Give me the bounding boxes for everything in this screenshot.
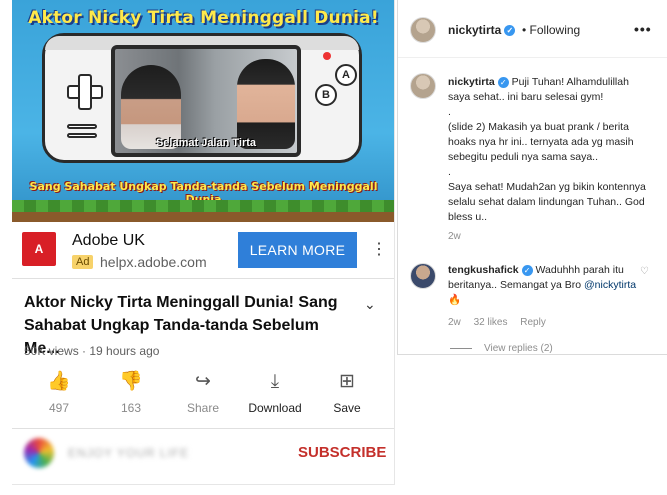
youtube-panel: Aktor Nicky Tirta Meninggall Dunia! Sela… — [12, 0, 395, 485]
save-label: Save — [333, 401, 361, 415]
share-icon: ↪ — [195, 371, 211, 392]
console-led — [323, 52, 331, 60]
ad-banner[interactable]: A Adobe UK Ad helpx.adobe.com LEARN MORE… — [12, 222, 394, 278]
like-button[interactable]: 👍 497 — [22, 370, 96, 415]
chevron-down-icon[interactable]: ⌄ — [364, 296, 376, 313]
more-options-icon[interactable]: ⋮ — [371, 240, 387, 260]
verified-icon: ✓ — [504, 25, 516, 37]
save-playlist-icon: ⊞ — [339, 371, 355, 392]
comment-meta: 2w 32 likes Reply — [448, 317, 556, 328]
comment-likes[interactable]: 32 likes — [474, 317, 508, 328]
download-label: Download — [248, 401, 302, 415]
channel-name[interactable]: ENJOY YOUR LIFE — [68, 446, 189, 460]
caption-line: (slide 2) Makasih ya buat prank / berita… — [448, 121, 634, 163]
download-icon: ⤓ — [270, 371, 280, 392]
page: Aktor Nicky Tirta Meninggall Dunia! Sela… — [0, 0, 667, 495]
download-button[interactable]: ⤓ Download — [238, 370, 312, 415]
commenter-username[interactable]: tengkushafick — [448, 264, 519, 276]
share-button[interactable]: ↪ Share — [166, 370, 240, 415]
ad-badge: Ad — [72, 255, 94, 269]
advertiser-name: Adobe UK — [72, 232, 145, 249]
caption-timestamp: 2w — [448, 231, 461, 242]
comment: tengkushafick ✓ Waduhhh parah itu beritan… — [448, 263, 643, 308]
view-replies-button[interactable]: View replies (2) — [484, 343, 553, 354]
save-button[interactable]: ⊞ Save — [310, 370, 384, 415]
subscribe-button[interactable]: SUBSCRIBE — [298, 444, 386, 461]
divider — [12, 278, 394, 279]
divider — [12, 428, 394, 429]
caption-avatar[interactable] — [410, 73, 436, 99]
ad-url: helpx.adobe.com — [100, 254, 207, 270]
pixel-ground-graphic — [12, 200, 394, 222]
thumbs-up-icon: 👍 — [47, 371, 71, 392]
video-thumbnail[interactable]: Aktor Nicky Tirta Meninggall Dunia! Sela… — [12, 0, 394, 222]
screen-caption: Selamat Jalan Tirta — [155, 137, 257, 149]
reply-button[interactable]: Reply — [520, 317, 546, 328]
post-header: nickytirta ✓ • Following ••• — [398, 0, 667, 58]
person-photo-right — [237, 59, 295, 149]
avatar[interactable] — [410, 17, 436, 43]
fire-emoji: 🔥 — [448, 294, 462, 306]
like-count: 497 — [48, 401, 70, 415]
heart-icon[interactable]: ♡ — [640, 266, 649, 277]
thumbs-down-icon: 👎 — [119, 371, 143, 392]
channel-avatar[interactable] — [24, 438, 54, 468]
caption-username[interactable]: nickytirta — [448, 76, 495, 88]
action-bar: 👍 497 👎 163 ↪ Share ⤓ Download ⊞ Save — [12, 370, 394, 420]
learn-more-button[interactable]: LEARN MORE — [238, 232, 357, 268]
verified-icon: ✓ — [521, 264, 533, 276]
console-a-button: A — [335, 64, 357, 86]
game-console-graphic: Selamat Jalan Tirta A B — [42, 33, 362, 163]
console-b-button: B — [315, 84, 337, 106]
commenter-avatar[interactable] — [410, 263, 436, 289]
dpad-icon — [67, 74, 103, 110]
share-label: Share — [186, 401, 220, 415]
video-meta: 50K views · 19 hours ago — [24, 344, 160, 358]
instagram-panel: nickytirta ✓ • Following ••• nickytirta ✓ … — [397, 0, 667, 355]
adobe-logo: A — [22, 232, 56, 266]
caption-line: . — [448, 166, 451, 178]
post-username-text: nickytirta — [448, 23, 502, 37]
post-username[interactable]: nickytirta ✓ — [448, 23, 516, 37]
thumbnail-photo: Selamat Jalan Tirta — [111, 45, 301, 157]
following-status[interactable]: • Following — [522, 23, 580, 37]
caption-line: . — [448, 106, 451, 118]
dislike-count: 163 — [120, 401, 142, 415]
comment-timestamp: 2w — [448, 317, 461, 328]
more-options-icon[interactable]: ••• — [634, 21, 652, 37]
verified-icon: ✓ — [497, 76, 509, 88]
channel-row: ENJOY YOUR LIFE SUBSCRIBE — [12, 430, 394, 482]
comment-mention[interactable]: @nickytirta — [584, 279, 636, 291]
dislike-button[interactable]: 👎 163 — [94, 370, 168, 415]
console-buttons-graphic — [67, 124, 97, 148]
caption-line: Saya sehat! Mudah2an yg bikin kontennya … — [448, 181, 646, 223]
post-caption: nickytirta ✓ Puji Tuhan! Alhamdulillah sa… — [448, 75, 652, 225]
thumbnail-title: Aktor Nicky Tirta Meninggall Dunia! — [28, 8, 379, 28]
